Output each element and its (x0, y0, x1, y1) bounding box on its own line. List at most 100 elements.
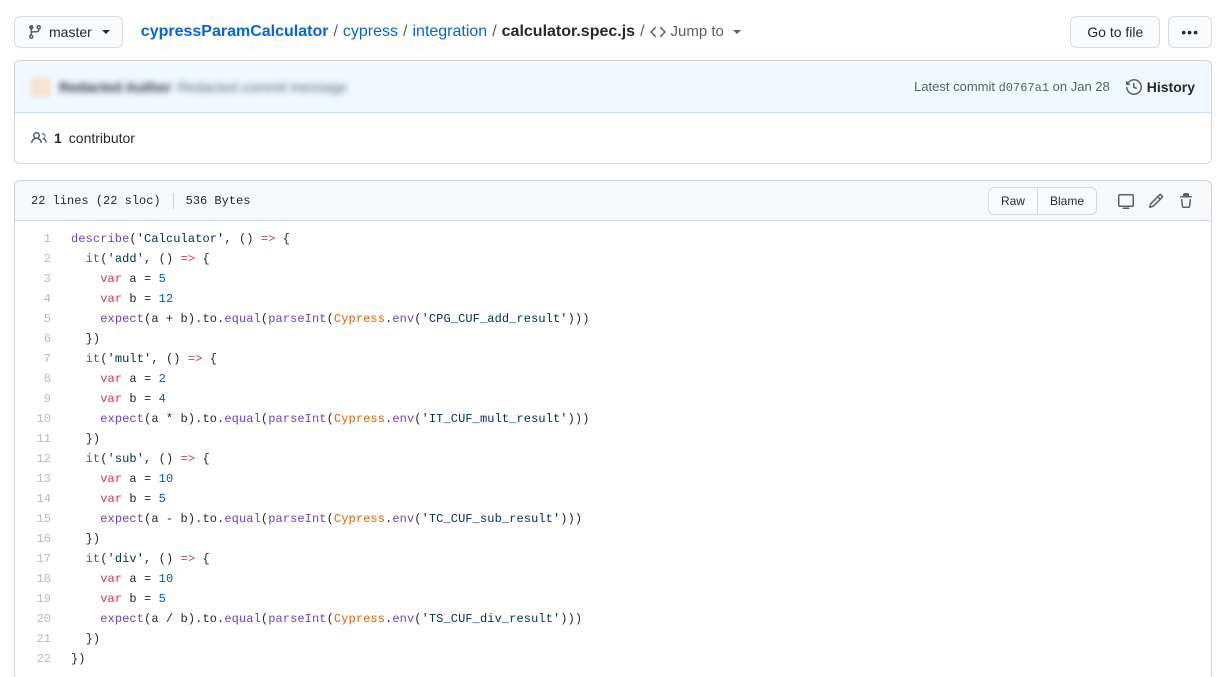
line-number[interactable]: 1 (15, 229, 61, 249)
code-token-kw: => (181, 552, 196, 566)
code-token-kw: => (181, 452, 196, 466)
code-token-pln: ( (414, 312, 421, 326)
code-line: 4 var b = 12 (15, 289, 1211, 309)
code-icon (650, 24, 666, 40)
code-token-var: Cypress (334, 512, 385, 526)
code-line: 19 var b = 5 (15, 589, 1211, 609)
line-number[interactable]: 9 (15, 389, 61, 409)
code-token-pln: , () (224, 232, 261, 246)
line-number[interactable]: 20 (15, 609, 61, 629)
blame-button[interactable]: Blame (1037, 187, 1097, 215)
breadcrumb-separator: / (492, 21, 496, 43)
history-link[interactable]: History (1126, 79, 1195, 95)
line-content: var a = 10 (61, 569, 1211, 589)
code-token-kw: var (100, 292, 122, 306)
jump-to-button[interactable]: Jump to (650, 21, 741, 43)
line-number[interactable]: 18 (15, 569, 61, 589)
branch-selector-button[interactable]: master (14, 16, 123, 48)
line-number[interactable]: 21 (15, 629, 61, 649)
line-content: expect(a - b).to.equal(parseInt(Cypress.… (61, 509, 1211, 529)
line-number[interactable]: 2 (15, 249, 61, 269)
code-token-pln: ( (327, 412, 334, 426)
github-file-view: master cypressParamCalculator / cypress … (0, 0, 1226, 677)
latest-commit-panel: Redacted Author Redacted commit message … (14, 60, 1212, 164)
line-number[interactable]: 16 (15, 529, 61, 549)
code-token-pln: (a - b). (144, 512, 202, 526)
code-token-pln (71, 292, 100, 306)
file-info: 22 lines (22 sloc) 536 Bytes (31, 193, 250, 209)
line-content: it('div', () => { (61, 549, 1211, 569)
code-token-pln: b = (122, 492, 159, 506)
line-number[interactable]: 12 (15, 449, 61, 469)
line-number[interactable]: 7 (15, 349, 61, 369)
commit-author-name[interactable]: Redacted Author (59, 79, 171, 95)
code-token-num: 5 (159, 592, 166, 606)
breadcrumb-repo-link[interactable]: cypressParamCalculator (141, 21, 329, 43)
code-token-fn: it (86, 452, 101, 466)
line-number[interactable]: 4 (15, 289, 61, 309)
line-content: it('sub', () => { (61, 449, 1211, 469)
code-token-fn: env (392, 312, 414, 326)
code-token-num: 10 (159, 572, 174, 586)
code-token-pln: ( (414, 412, 421, 426)
code-token-pln (71, 512, 100, 526)
line-content: var b = 5 (61, 589, 1211, 609)
code-token-pln: b = (122, 592, 159, 606)
raw-blame-button-group: Raw Blame (988, 187, 1097, 215)
line-number[interactable]: 17 (15, 549, 61, 569)
more-options-button[interactable]: ••• (1168, 16, 1212, 48)
contributors-count: 1 (54, 130, 62, 146)
line-number[interactable]: 14 (15, 489, 61, 509)
code-token-num: 2 (159, 372, 166, 386)
delete-file-button[interactable] (1171, 187, 1201, 215)
code-token-pln: , () (144, 552, 181, 566)
code-token-str: 'CPG_CUF_add_result' (422, 312, 568, 326)
go-to-file-button[interactable]: Go to file (1070, 16, 1160, 48)
people-icon (31, 130, 47, 146)
line-number[interactable]: 8 (15, 369, 61, 389)
code-viewer: 1describe('Calculator', () => {2 it('add… (15, 221, 1211, 677)
line-number[interactable]: 13 (15, 469, 61, 489)
edit-file-button[interactable] (1141, 187, 1171, 215)
trash-icon (1178, 193, 1194, 209)
line-number[interactable]: 3 (15, 269, 61, 289)
code-line: 5 expect(a + b).to.equal(parseInt(Cypres… (15, 309, 1211, 329)
toolbar-actions: Go to file ••• (1070, 16, 1212, 48)
line-number[interactable]: 11 (15, 429, 61, 449)
code-token-pln: ( (129, 232, 136, 246)
code-token-fn: env (392, 512, 414, 526)
line-number[interactable]: 10 (15, 409, 61, 429)
code-token-pln: ( (327, 312, 334, 326)
code-token-pln (71, 572, 100, 586)
code-token-str: 'TS_CUF_div_result' (422, 612, 561, 626)
code-token-fn: equal (224, 412, 261, 426)
code-line: 10 expect(a * b).to.equal(parseInt(Cypre… (15, 409, 1211, 429)
chevron-down-icon (102, 30, 110, 34)
divider (173, 193, 174, 209)
breadcrumb-dir-cypress[interactable]: cypress (343, 21, 398, 43)
code-token-pln (71, 312, 100, 326)
breadcrumb-separator: / (640, 21, 644, 43)
line-number[interactable]: 22 (15, 649, 61, 669)
contributors-link[interactable]: 1 contributor (31, 130, 135, 146)
breadcrumb-dir-integration[interactable]: integration (412, 21, 487, 43)
line-number[interactable]: 5 (15, 309, 61, 329)
commit-message[interactable]: Redacted commit message (177, 79, 347, 95)
code-token-pln: ( (100, 352, 107, 366)
line-number[interactable]: 15 (15, 509, 61, 529)
code-token-pln: , () (144, 452, 181, 466)
desktop-download-icon (1118, 193, 1134, 209)
latest-commit-row: Redacted Author Redacted commit message … (15, 61, 1211, 113)
line-number[interactable]: 19 (15, 589, 61, 609)
code-token-fn: parseInt (268, 412, 326, 426)
raw-button[interactable]: Raw (988, 187, 1037, 215)
line-number[interactable]: 6 (15, 329, 61, 349)
code-token-pln (71, 392, 100, 406)
code-token-pln (71, 412, 100, 426)
line-content: expect(a / b).to.equal(parseInt(Cypress.… (61, 609, 1211, 629)
code-token-pln: , () (151, 352, 188, 366)
commit-sha[interactable]: d0767a1 (999, 81, 1049, 95)
code-token-pln (71, 592, 100, 606)
code-token-pln (71, 252, 86, 266)
open-in-desktop-button[interactable] (1111, 187, 1141, 215)
